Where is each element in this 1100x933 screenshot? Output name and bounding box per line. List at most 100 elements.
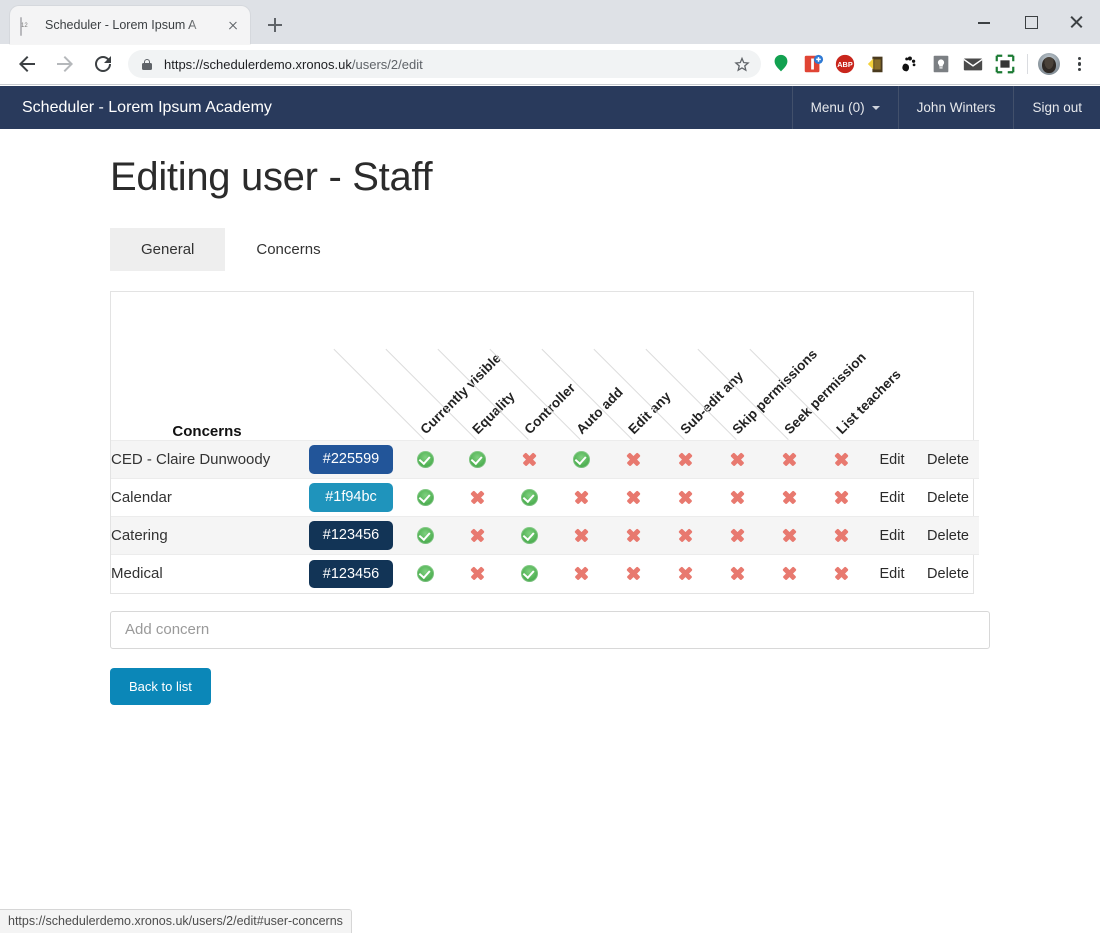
cross-icon (677, 489, 694, 506)
column-header-seek-permission: Seek permission (697, 292, 869, 441)
check-circle-icon (572, 450, 590, 468)
envelope-icon[interactable] (959, 50, 987, 78)
concern-name: CED - Claire Dunwoody (111, 440, 303, 479)
cross-icon (625, 489, 642, 506)
forward-icon[interactable] (50, 49, 80, 79)
edit-link[interactable]: Edit (867, 478, 917, 517)
flag-cell-seek-permission (763, 554, 815, 593)
delete-link[interactable]: Delete (917, 516, 979, 555)
cross-icon (573, 527, 590, 544)
cross-icon (677, 565, 694, 582)
chevron-down-icon (871, 105, 880, 110)
colour-badge: #1f94bc (309, 483, 393, 512)
flag-cell-currently-visible (399, 478, 451, 517)
delete-link[interactable]: Delete (917, 554, 979, 593)
browser-toolbar: https://schedulerdemo.xronos.uk/users/2/… (0, 44, 1100, 85)
table-row: CED - Claire Dunwoody #225599 Edit Delete (111, 440, 979, 479)
delete-link[interactable]: Delete (917, 440, 979, 479)
green-balloon-icon[interactable] (767, 50, 795, 78)
column-header-controller: Controller (437, 292, 578, 441)
cross-icon (521, 451, 538, 468)
flag-cell-auto-add (555, 478, 607, 517)
reload-icon[interactable] (88, 49, 118, 79)
avatar[interactable] (1038, 53, 1060, 75)
check-circle-icon (520, 488, 538, 506)
new-tab-button[interactable] (262, 12, 288, 38)
bookmark-star-icon[interactable] (729, 51, 755, 77)
add-concern-input[interactable] (110, 610, 990, 649)
check-circle-icon (468, 450, 486, 468)
colour-badge: #225599 (309, 445, 393, 474)
check-circle-icon (520, 526, 538, 544)
flag-cell-list-teachers (815, 440, 867, 479)
browser-tab[interactable]: Scheduler - Lorem Ipsum A (10, 6, 250, 44)
lightbulb-note-icon[interactable] (927, 50, 955, 78)
flag-cell-controller (503, 516, 555, 555)
cross-icon (833, 565, 850, 582)
check-circle-icon (416, 450, 434, 468)
delete-link[interactable]: Delete (917, 478, 979, 517)
tab-title: Scheduler - Lorem Ipsum A (45, 18, 197, 32)
cross-icon (469, 527, 486, 544)
chrome-menu-icon[interactable] (1066, 51, 1092, 77)
edit-link[interactable]: Edit (867, 554, 917, 593)
page-content: Editing user - Staff General Concerns Co… (0, 155, 1100, 705)
flag-cell-sub-edit-any (659, 478, 711, 517)
colour-cell: #123456 (303, 554, 399, 593)
gnome-foot-icon[interactable] (895, 50, 923, 78)
status-bar-url: https://schedulerdemo.xronos.uk/users/2/… (0, 909, 352, 933)
table-row: Calendar #1f94bc Edit Delete (111, 478, 979, 517)
flag-cell-seek-permission (763, 440, 815, 479)
concerns-header-row: Concerns Currently visibleEqualityContro… (111, 292, 979, 441)
flag-cell-auto-add (555, 516, 607, 555)
cross-icon (781, 527, 798, 544)
screenshot-frame-icon[interactable] (991, 50, 1019, 78)
cross-icon (625, 527, 642, 544)
back-icon[interactable] (12, 49, 42, 79)
cross-icon (677, 527, 694, 544)
flag-cell-sub-edit-any (659, 516, 711, 555)
flag-cell-list-teachers (815, 516, 867, 555)
nav-item-menu[interactable]: Menu (0) (791, 86, 898, 129)
back-to-list-button[interactable]: Back to list (110, 667, 211, 705)
svg-text:ABP: ABP (837, 60, 853, 69)
concern-name: Medical (111, 554, 303, 593)
flag-cell-skip-permissions (711, 516, 763, 555)
nav-item-user[interactable]: John Winters (897, 86, 1014, 129)
column-header-auto-add: Auto add (489, 292, 626, 441)
tab-concerns[interactable]: Concerns (225, 228, 351, 271)
close-icon[interactable] (224, 16, 242, 34)
add-concern-row (110, 610, 1100, 649)
flag-cell-seek-permission (763, 516, 815, 555)
nav-item-signout[interactable]: Sign out (1013, 86, 1100, 129)
cross-icon (729, 489, 746, 506)
maximize-icon[interactable] (1008, 0, 1054, 44)
flag-cell-equality (451, 478, 503, 517)
tab-general[interactable]: General (110, 228, 226, 271)
cross-icon (833, 527, 850, 544)
app-brand[interactable]: Scheduler - Lorem Ipsum Academy (0, 86, 792, 129)
table-row: Catering #123456 Edit Delete (111, 516, 979, 555)
address-bar-url: https://schedulerdemo.xronos.uk/users/2/… (164, 57, 423, 72)
cross-icon (469, 565, 486, 582)
concerns-card: Concerns Currently visibleEqualityContro… (110, 291, 979, 594)
yellow-house-icon[interactable] (863, 50, 891, 78)
check-circle-icon (416, 488, 434, 506)
flag-cell-edit-any (607, 554, 659, 593)
minimize-icon[interactable] (962, 0, 1008, 44)
flag-cell-skip-permissions (711, 478, 763, 517)
flag-cell-currently-visible (399, 516, 451, 555)
page-title: Editing user - Staff (110, 155, 433, 199)
edit-link[interactable]: Edit (867, 440, 917, 479)
concerns-table-head: Concerns Currently visibleEqualityContro… (111, 292, 979, 441)
close-window-icon[interactable] (1054, 0, 1100, 44)
address-bar[interactable]: https://schedulerdemo.xronos.uk/users/2/… (128, 50, 761, 78)
flag-cell-auto-add (555, 440, 607, 479)
toolbar-divider (1027, 54, 1028, 74)
red-book-add-icon[interactable] (799, 50, 827, 78)
check-circle-icon (416, 565, 434, 583)
nav-item-menu-label: Menu (0) (810, 100, 865, 115)
nav-item-user-label: John Winters (916, 100, 996, 115)
adblock-plus-icon[interactable]: ABP (831, 50, 859, 78)
edit-link[interactable]: Edit (867, 516, 917, 555)
